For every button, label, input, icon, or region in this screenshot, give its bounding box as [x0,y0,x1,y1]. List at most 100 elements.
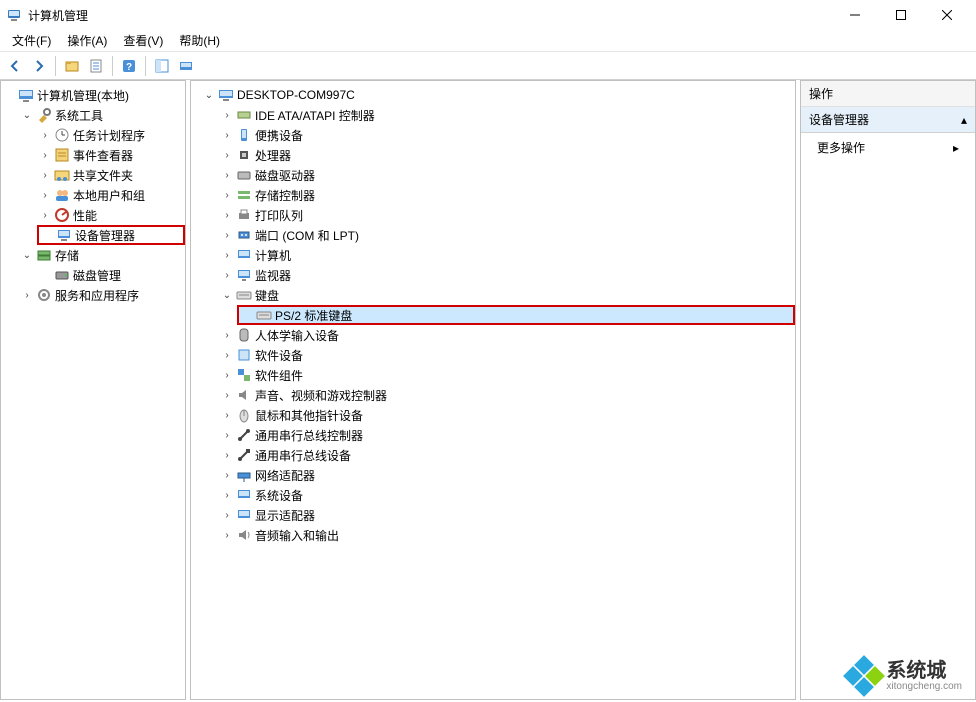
device-node-drive[interactable]: ›磁盘驱动器 [219,165,795,185]
tree-node-task[interactable]: ›任务计划程序 [37,125,185,145]
caret-right-icon[interactable]: › [39,129,51,141]
caret-right-icon[interactable]: › [21,289,33,301]
device-node-computer[interactable]: ›计算机 [219,245,795,265]
tree-node-storage[interactable]: ⌄ 存储 [19,245,185,265]
menu-file[interactable]: 文件(F) [4,30,59,51]
device-node-sysdev[interactable]: ›系统设备 [219,485,795,505]
device-node-keyboard[interactable]: ⌄ 键盘 [219,285,795,305]
watermark: 系统城 xitongcheng.com [842,656,966,696]
device-node-cpu[interactable]: ›处理器 [219,145,795,165]
device-node-printq[interactable]: ›打印队列 [219,205,795,225]
caret-down-icon[interactable]: ⌄ [221,289,233,301]
caret-right-icon[interactable]: › [221,209,233,221]
caret-right-icon[interactable]: › [221,169,233,181]
caret-right-icon[interactable]: › [221,129,233,141]
actions-more-item[interactable]: 更多操作 ▸ [801,133,975,162]
device-node-ps2-keyboard[interactable]: ›PS/2 标准键盘 [237,305,795,325]
device-node-net[interactable]: ›网络适配器 [219,465,795,485]
toolbar-forward-button[interactable] [28,55,50,77]
toolbar-back-button[interactable] [4,55,26,77]
tree-node-event[interactable]: ›事件查看器 [37,145,185,165]
tree-node-root[interactable]: ▸ 计算机管理(本地) [1,85,185,105]
node-label: 端口 (COM 和 LPT) [255,227,359,244]
keyboard-icon [236,287,252,303]
caret-right-icon[interactable]: › [221,529,233,541]
device-node-swcomp[interactable]: › 软件组件 [219,365,795,385]
device-node-ports[interactable]: › 端口 (COM 和 LPT) [219,225,795,245]
caret-right-icon[interactable]: › [221,249,233,261]
caret-right-icon[interactable]: › [221,229,233,241]
caret-right-icon[interactable]: › [221,409,233,421]
caret-right-icon[interactable]: › [221,329,233,341]
device-node-mouse[interactable]: › 鼠标和其他指针设备 [219,405,795,425]
device-node-audio-io[interactable]: ›音频输入和输出 [219,525,795,545]
tree-node-device-manager[interactable]: ›设备管理器 [37,225,185,245]
tree-node-tools[interactable]: ⌄ 系统工具 [19,105,185,125]
device-node-monitor[interactable]: › 监视器 [219,265,795,285]
toolbar-help-button[interactable]: ? [118,55,140,77]
close-button[interactable] [924,0,970,30]
tree-node-users[interactable]: ›本地用户和组 [37,185,185,205]
toolbar-separator [145,56,146,76]
menu-action[interactable]: 操作(A) [59,30,115,51]
caret-right-icon[interactable]: › [221,429,233,441]
node-label: 软件组件 [255,367,303,384]
menu-help[interactable]: 帮助(H) [171,30,228,51]
caret-right-icon[interactable]: › [221,109,233,121]
caret-right-icon[interactable]: › [221,349,233,361]
device-node-usb-ctrl[interactable]: ›通用串行总线控制器 [219,425,795,445]
menubar: 文件(F) 操作(A) 查看(V) 帮助(H) [0,30,976,52]
device-node-swdev[interactable]: › 软件设备 [219,345,795,365]
device-node-sound[interactable]: ›声音、视频和游戏控制器 [219,385,795,405]
shared-folder-icon [54,167,70,183]
node-label: 软件设备 [255,347,303,364]
usb-icon [236,427,252,443]
device-manager-icon [56,227,72,243]
caret-right-icon[interactable]: › [221,469,233,481]
caret-right-icon[interactable]: › [221,509,233,521]
device-node-usb-dev[interactable]: ›通用串行总线设备 [219,445,795,465]
maximize-button[interactable] [878,0,924,30]
node-label: 人体学输入设备 [255,327,339,344]
caret-right-icon[interactable]: › [221,449,233,461]
storage-ctrl-icon [236,187,252,203]
minimize-button[interactable] [832,0,878,30]
toolbar-view2-button[interactable] [175,55,197,77]
device-node-portable[interactable]: ›便携设备 [219,125,795,145]
device-node-storage-ctrl[interactable]: ›存储控制器 [219,185,795,205]
tree-node-diskmgmt[interactable]: ›磁盘管理 [37,265,185,285]
node-label: 鼠标和其他指针设备 [255,407,363,424]
node-label: 监视器 [255,267,291,284]
printer-icon [236,207,252,223]
caret-right-icon[interactable]: › [39,209,51,221]
caret-right-icon[interactable]: › [221,269,233,281]
caret-right-icon[interactable]: › [221,149,233,161]
device-node-ide[interactable]: ›IDE ATA/ATAPI 控制器 [219,105,795,125]
device-node-host[interactable]: ⌄ DESKTOP-COM997C [201,85,795,105]
caret-down-icon[interactable]: ⌄ [21,109,33,121]
actions-item-label: 更多操作 [817,139,865,156]
toolbar-properties-button[interactable] [85,55,107,77]
caret-right-icon[interactable]: › [39,189,51,201]
menu-view[interactable]: 查看(V) [115,30,171,51]
caret-right-icon[interactable]: › [221,189,233,201]
caret-right-icon[interactable]: › [221,489,233,501]
caret-right-icon[interactable]: › [39,149,51,161]
tree-node-services[interactable]: › 服务和应用程序 [19,285,185,305]
caret-right-icon[interactable]: › [221,389,233,401]
caret-down-icon[interactable]: ⌄ [203,89,215,101]
device-node-display[interactable]: ›显示适配器 [219,505,795,525]
display-adapter-icon [236,507,252,523]
software-component-icon [236,367,252,383]
toolbar-view1-button[interactable] [151,55,173,77]
actions-section[interactable]: 设备管理器 ▴ [801,107,975,133]
toolbar-up-button[interactable] [61,55,83,77]
tree-node-perf[interactable]: ›性能 [37,205,185,225]
caret-down-icon[interactable]: ⌄ [21,249,33,261]
caret-right-icon[interactable]: › [221,369,233,381]
caret-right-icon[interactable]: › [39,169,51,181]
computer-icon [218,87,234,103]
tree-node-shared[interactable]: ›共享文件夹 [37,165,185,185]
device-node-hid[interactable]: › 人体学输入设备 [219,325,795,345]
toolbar-separator [112,56,113,76]
